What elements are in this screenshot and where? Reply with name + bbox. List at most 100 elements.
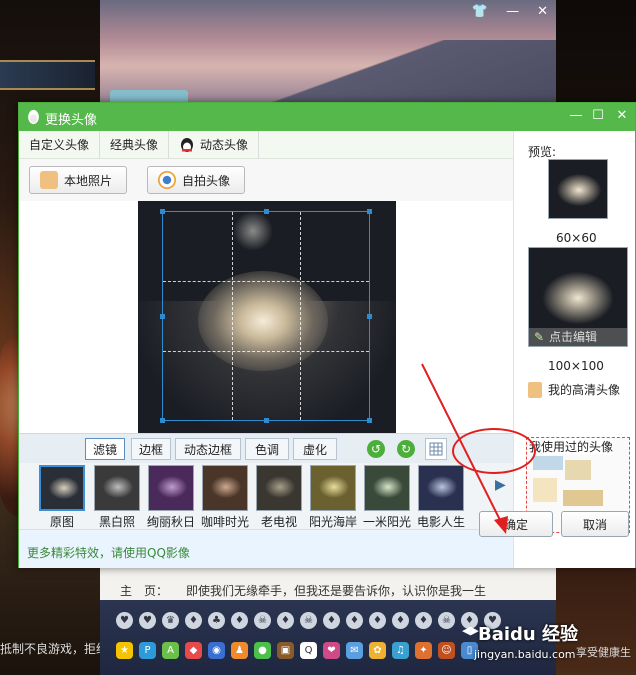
filter-thumb-sunshine[interactable] [364,465,410,511]
badge-icon[interactable]: ♦ [346,612,363,629]
watermark-url: jingyan.baidu.com [474,648,576,661]
background-window-controls: 👕 — ✕ [472,4,548,19]
badge-icon[interactable]: ♦ [185,612,202,629]
filter-thumb-sunny-coast[interactable] [310,465,356,511]
webcam-icon [158,171,176,189]
more-effects-link[interactable]: 更多精彩特效，请使用QQ影像 [27,544,190,561]
badge-icon[interactable]: ☠ [438,612,455,629]
badge-icon[interactable]: ♦ [231,612,248,629]
selfie-button[interactable]: 自拍头像 [147,166,246,194]
filter-thumb-original[interactable] [39,465,85,511]
pet-icon[interactable]: ❤ [323,642,340,659]
crop-handle[interactable] [367,209,372,214]
tab-classic-avatar[interactable]: 经典头像 [100,130,170,159]
tab-filter[interactable]: 滤镜 [85,438,125,460]
toolbar: 本地照片 自拍头像 [19,159,513,201]
badge-icon[interactable]: ♦ [323,612,340,629]
person-icon [40,171,58,189]
shirt-icon[interactable]: 👕 [472,4,488,19]
crop-handle[interactable] [264,418,269,423]
hd-avatar-link[interactable]: 我的高清头像 [528,381,620,398]
crop-handle[interactable] [160,418,165,423]
badge-icon[interactable]: ♦ [392,612,409,629]
tab-border[interactable]: 边框 [131,438,171,460]
used-avatar-thumb[interactable] [565,460,591,480]
music-icon[interactable]: ♫ [392,642,409,659]
crop-handle[interactable] [367,418,372,423]
badge-icon[interactable]: ☠ [300,612,317,629]
crop-handle[interactable] [160,209,165,214]
crop-selection[interactable] [160,209,372,423]
effect-tabs: 滤镜 边框 动态边框 色调 虚化 ↺ ↻ [19,433,513,463]
badge-icon[interactable]: ♣ [208,612,225,629]
tab-animated-avatar[interactable]: 动态头像 [169,130,260,159]
icon-row-services: ★ P A ◆ ◉ ♟ ● ▣ Q ❤ ✉ ✿ ♫ ✦ ☺ ▯ [116,642,478,659]
app-icon[interactable]: A [162,642,179,659]
game-icon[interactable]: ◆ [185,642,202,659]
filter-thumb-old-tv[interactable] [256,465,302,511]
camera-icon[interactable]: ◉ [208,642,225,659]
crop-handle[interactable] [367,314,372,319]
filter-thumb-autumn[interactable] [148,465,194,511]
qq-penguin-icon [181,137,194,152]
box-icon[interactable]: ▣ [277,642,294,659]
used-avatar-thumb[interactable] [533,478,557,502]
dialog-title: 更换头像 [45,113,98,128]
minimize-icon[interactable]: — [506,4,519,19]
face-icon[interactable]: ☺ [438,642,455,659]
qq-icon[interactable]: Q [300,642,317,659]
maximize-button[interactable]: ☐ [589,107,607,125]
editor-panel: 自定义头像 经典头像 动态头像 本地照片 自拍头像 滤镜 边框 动态边框 色调 … [19,130,513,568]
badge-icon[interactable]: ♛ [162,612,179,629]
filter-thumb-coffee[interactable] [202,465,248,511]
background-banner [0,60,95,90]
badge-icon[interactable]: ♦ [369,612,386,629]
scroll-right-arrow-icon[interactable]: ▶ [495,477,506,493]
ok-button[interactable]: 确定 [479,511,553,537]
tab-tone[interactable]: 色调 [245,438,289,460]
cancel-button[interactable]: 取消 [561,511,629,537]
fire-icon[interactable]: ✦ [415,642,432,659]
grid-toggle-icon[interactable] [425,438,447,460]
tab-blur[interactable]: 虚化 [293,438,337,460]
badge-icon[interactable]: ♥ [139,612,156,629]
preview-label: 预览: [528,145,557,159]
used-avatar-thumb[interactable] [533,456,563,470]
local-photo-button[interactable]: 本地照片 [29,166,128,194]
dialog-titlebar[interactable]: 更换头像 — ☐ ✕ [19,103,635,131]
background-health-text: 享受健康生 [576,646,631,659]
crop-handle[interactable] [160,314,165,319]
badge-icon[interactable]: ♦ [415,612,432,629]
crop-canvas [19,201,513,433]
tab-custom-avatar[interactable]: 自定义头像 [19,130,101,159]
badge-icon[interactable]: ♦ [277,612,294,629]
size-large-label: 100×100 [548,359,604,373]
icon-row-badges: ♥ ♥ ♛ ♦ ♣ ♦ ☠ ♦ ☠ ♦ ♦ ♦ ♦ ♦ ☠ ♦ ♥ ◀▶ [116,612,501,637]
watermark-logo: Baidu 经验 [478,624,579,645]
rotate-right-icon[interactable]: ↻ [397,440,415,458]
close-button[interactable]: ✕ [613,107,631,125]
close-icon[interactable]: ✕ [537,4,548,19]
mail-icon[interactable]: ✉ [346,642,363,659]
star-icon[interactable]: ★ [116,642,133,659]
gift-icon[interactable]: ✿ [369,642,386,659]
avatar-tabs: 自定义头像 经典头像 动态头像 [19,130,513,159]
tab-animated-border[interactable]: 动态边框 [175,438,241,460]
people-icon[interactable]: ♟ [231,642,248,659]
rotate-left-icon[interactable]: ↺ [367,440,385,458]
used-avatar-thumb[interactable] [563,490,603,506]
filter-thumb-movie[interactable] [418,465,464,511]
filter-thumb-bw[interactable] [94,465,140,511]
icon-row-nav[interactable]: ◀▶ [462,624,479,637]
change-avatar-dialog: 更换头像 — ☐ ✕ 自定义头像 经典头像 动态头像 本地照片 自拍头像 滤镜 … [18,102,636,568]
search-icon[interactable]: P [139,642,156,659]
size-small-label: 60×60 [556,231,597,245]
preview-panel: 预览: 60×60 ✎ 点击编辑 100×100 我的高清头像 我使用过的头像 [513,131,635,568]
crop-handle[interactable] [264,209,269,214]
badge-icon[interactable]: ☠ [254,612,271,629]
preview-large[interactable]: ✎ 点击编辑 [528,247,628,347]
minimize-button[interactable]: — [567,107,585,125]
badge-icon[interactable]: ♥ [116,612,133,629]
background-profile-window: 👕 — ✕ [100,0,556,110]
chat-icon[interactable]: ● [254,642,271,659]
